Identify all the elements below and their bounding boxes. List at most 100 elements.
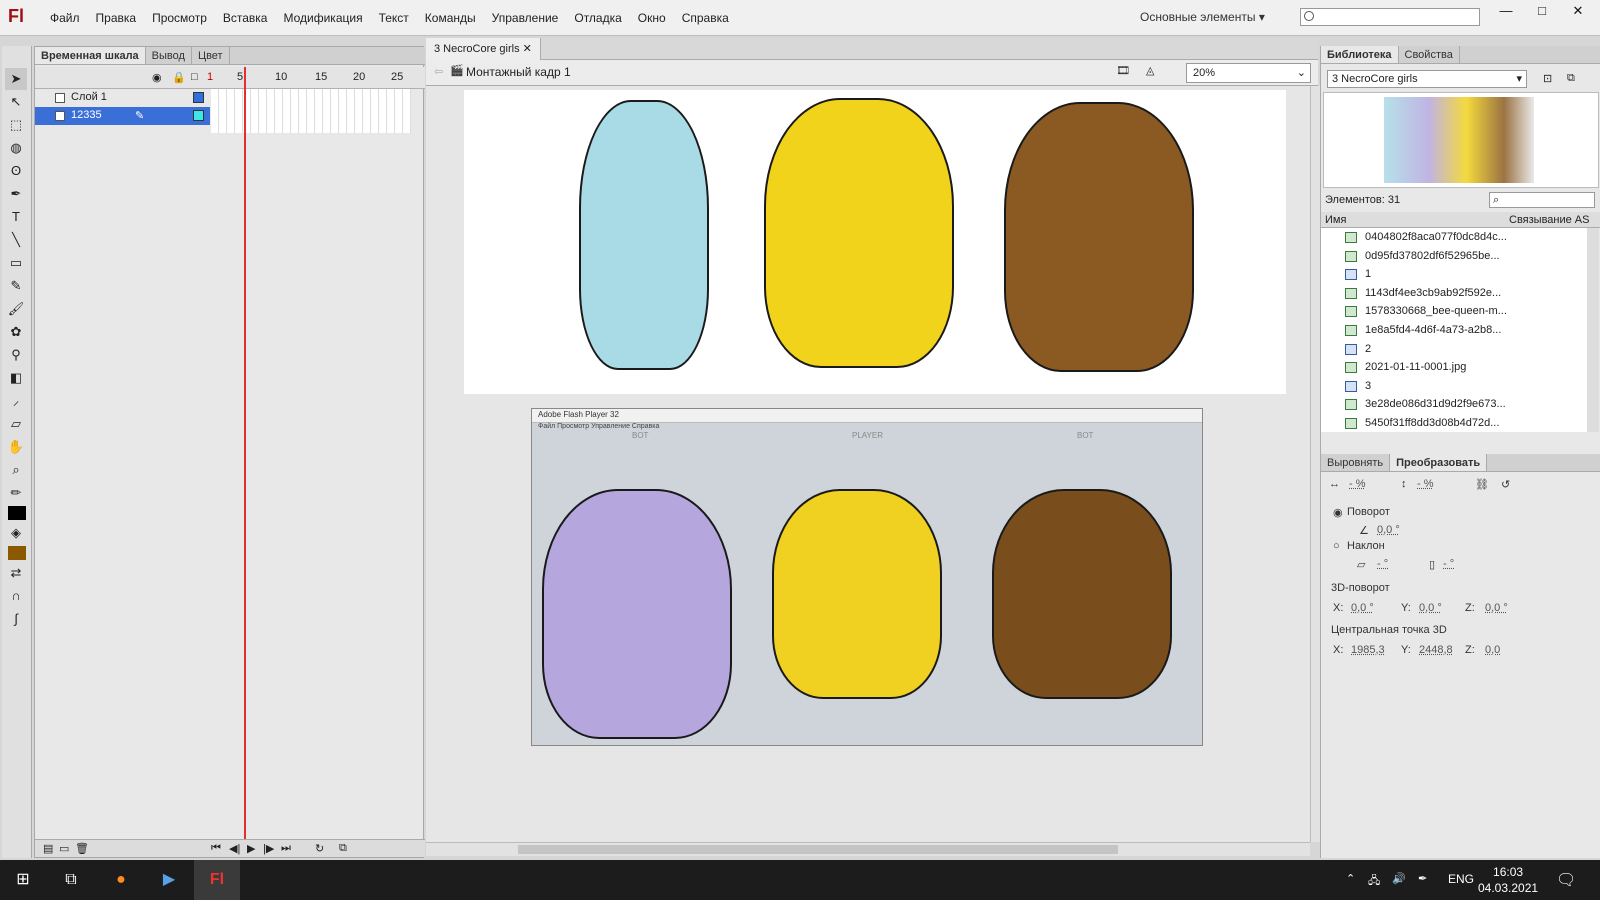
- menu-modify[interactable]: Модификация: [275, 0, 370, 36]
- snap-magnet-icon[interactable]: ∩: [5, 585, 27, 607]
- menu-view[interactable]: Просмотр: [144, 0, 215, 36]
- rot-y-value[interactable]: 0,0 °: [1419, 602, 1442, 614]
- back-arrow-icon[interactable]: ⇦: [434, 65, 443, 78]
- media-player-icon[interactable]: ▶: [146, 860, 192, 900]
- artwork-blue-figure[interactable]: [579, 100, 709, 370]
- artwork-purple-figure[interactable]: [542, 489, 732, 739]
- tab-properties[interactable]: Свойства: [1399, 46, 1460, 63]
- library-item[interactable]: 2021-01-11-0001.jpg: [1321, 358, 1587, 377]
- library-item[interactable]: 1: [1321, 265, 1587, 284]
- new-layer-icon[interactable]: ▤: [43, 842, 53, 855]
- tab-output[interactable]: Вывод: [146, 47, 192, 64]
- menu-file[interactable]: Файл: [42, 0, 88, 36]
- input-language[interactable]: ENG: [1448, 872, 1474, 886]
- library-item[interactable]: 0d95fd37802df6f52965be...: [1321, 247, 1587, 266]
- paint-bucket-tool-icon[interactable]: ◧: [5, 367, 27, 389]
- stage-canvas[interactable]: Adobe Flash Player 32 Файл Просмотр Упра…: [426, 86, 1310, 842]
- free-transform-tool-icon[interactable]: ⬚: [5, 114, 27, 136]
- rot-z-value[interactable]: 0,0 °: [1485, 602, 1508, 614]
- library-item[interactable]: 2: [1321, 340, 1587, 359]
- smooth-icon[interactable]: ∫: [5, 608, 27, 630]
- skew-radio[interactable]: ○: [1333, 540, 1340, 552]
- library-search-input[interactable]: ⌕: [1489, 192, 1595, 208]
- pencil-tool-icon[interactable]: ✎: [5, 275, 27, 297]
- help-search-input[interactable]: [1300, 8, 1480, 26]
- library-item[interactable]: 1e8a5fd4-4d6f-4a73-a2b8...: [1321, 321, 1587, 340]
- artwork-brown-figure-2[interactable]: [992, 489, 1172, 699]
- menu-debug[interactable]: Отладка: [566, 0, 629, 36]
- new-library-icon[interactable]: ⧉: [1567, 72, 1575, 85]
- col-linkage[interactable]: Связывание AS: [1509, 214, 1589, 226]
- line-tool-icon[interactable]: ╲: [5, 229, 27, 251]
- layer-row-1[interactable]: Слой 1: [35, 89, 210, 107]
- flash-taskbar-icon[interactable]: Fl: [194, 860, 240, 900]
- tab-transform[interactable]: Преобразовать: [1390, 454, 1488, 471]
- go-first-frame-icon[interactable]: ⏮: [211, 842, 221, 855]
- subselection-tool-icon[interactable]: ↖: [5, 91, 27, 113]
- rot-x-value[interactable]: 0,0 °: [1351, 602, 1374, 614]
- eyedropper-tool-icon[interactable]: ⸝: [5, 390, 27, 412]
- menu-help[interactable]: Справка: [674, 0, 737, 36]
- lock-icon[interactable]: 🔒: [172, 71, 186, 84]
- menu-edit[interactable]: Правка: [88, 0, 145, 36]
- chevron-up-icon[interactable]: ⌃: [1346, 872, 1355, 885]
- hand-tool-icon[interactable]: ✋: [5, 436, 27, 458]
- layer-color-swatch[interactable]: [193, 92, 204, 103]
- onion-skin-icon[interactable]: ⧉: [339, 842, 347, 855]
- minimize-button[interactable]: —: [1488, 0, 1524, 22]
- eraser-tool-icon[interactable]: ▱: [5, 413, 27, 435]
- flash-player-screenshot[interactable]: Adobe Flash Player 32 Файл Просмотр Упра…: [531, 408, 1203, 746]
- layer-color-swatch[interactable]: [193, 110, 204, 121]
- library-item[interactable]: 1578330668_bee-queen-m...: [1321, 302, 1587, 321]
- firefox-icon[interactable]: ●: [98, 860, 144, 900]
- stroke-color-swatch[interactable]: [8, 506, 26, 520]
- document-tab[interactable]: 3 NecroCore girls ✕: [426, 38, 541, 60]
- edit-scene-icon[interactable]: 🎞: [1116, 64, 1130, 77]
- 3d-rotation-tool-icon[interactable]: ◍: [5, 137, 27, 159]
- close-tab-icon[interactable]: ✕: [523, 43, 532, 55]
- pen-workspace-icon[interactable]: ✒: [1418, 872, 1427, 885]
- lasso-tool-icon[interactable]: ʘ: [5, 160, 27, 182]
- library-item[interactable]: 3: [1321, 377, 1587, 396]
- step-back-icon[interactable]: ◀|: [229, 842, 240, 855]
- rotate-radio[interactable]: ◉: [1333, 506, 1343, 519]
- tab-timeline[interactable]: Временная шкала: [35, 47, 146, 64]
- tab-library[interactable]: Библиотека: [1321, 46, 1399, 63]
- brush-tool-icon[interactable]: 🖌: [5, 298, 27, 320]
- frames-grid[interactable]: [211, 89, 411, 133]
- constrain-icon[interactable]: ⛓: [1475, 478, 1489, 491]
- volume-icon[interactable]: 🔊: [1392, 872, 1406, 885]
- center-y-value[interactable]: 2448,8: [1419, 644, 1453, 656]
- skew-y-value[interactable]: - °: [1443, 558, 1454, 570]
- fill-color-icon[interactable]: ◈: [5, 522, 27, 544]
- rectangle-tool-icon[interactable]: ▭: [5, 252, 27, 274]
- fill-color-swatch[interactable]: [8, 546, 26, 560]
- notifications-icon[interactable]: 🗨: [1556, 870, 1576, 890]
- loop-icon[interactable]: ↻: [315, 842, 324, 855]
- taskbar-clock[interactable]: 16:03 04.03.2021: [1478, 864, 1538, 896]
- text-tool-icon[interactable]: T: [5, 206, 27, 228]
- deco-tool-icon[interactable]: ✿: [5, 321, 27, 343]
- menu-text[interactable]: Текст: [371, 0, 417, 36]
- tab-color[interactable]: Цвет: [192, 47, 230, 64]
- delete-layer-icon[interactable]: 🗑: [75, 842, 89, 855]
- pen-tool-icon[interactable]: ✒: [5, 183, 27, 205]
- reset-icon[interactable]: ↺: [1501, 478, 1510, 491]
- swap-colors-icon[interactable]: ⇄: [5, 562, 27, 584]
- tab-align[interactable]: Выровнять: [1321, 454, 1391, 471]
- outline-icon[interactable]: □: [191, 71, 198, 83]
- network-icon[interactable]: 🖧: [1368, 872, 1380, 891]
- step-forward-icon[interactable]: |▶: [263, 842, 274, 855]
- playhead[interactable]: [244, 67, 246, 857]
- layer-row-2-selected[interactable]: 12335 ✎: [35, 107, 210, 125]
- library-item[interactable]: 1143df4ee3cb9ab92f592e...: [1321, 284, 1587, 303]
- skew-x-value[interactable]: - °: [1377, 558, 1388, 570]
- stage-artboard[interactable]: [464, 90, 1286, 394]
- menu-window[interactable]: Окно: [630, 0, 674, 36]
- vertical-scrollbar[interactable]: [1310, 86, 1320, 842]
- col-name[interactable]: Имя: [1325, 214, 1346, 226]
- artwork-brown-figure[interactable]: [1004, 102, 1194, 372]
- workspace-switcher[interactable]: Основные элементы ▾: [1140, 10, 1265, 24]
- close-button[interactable]: ✕: [1560, 0, 1596, 22]
- width-scale-value[interactable]: - %: [1349, 478, 1366, 490]
